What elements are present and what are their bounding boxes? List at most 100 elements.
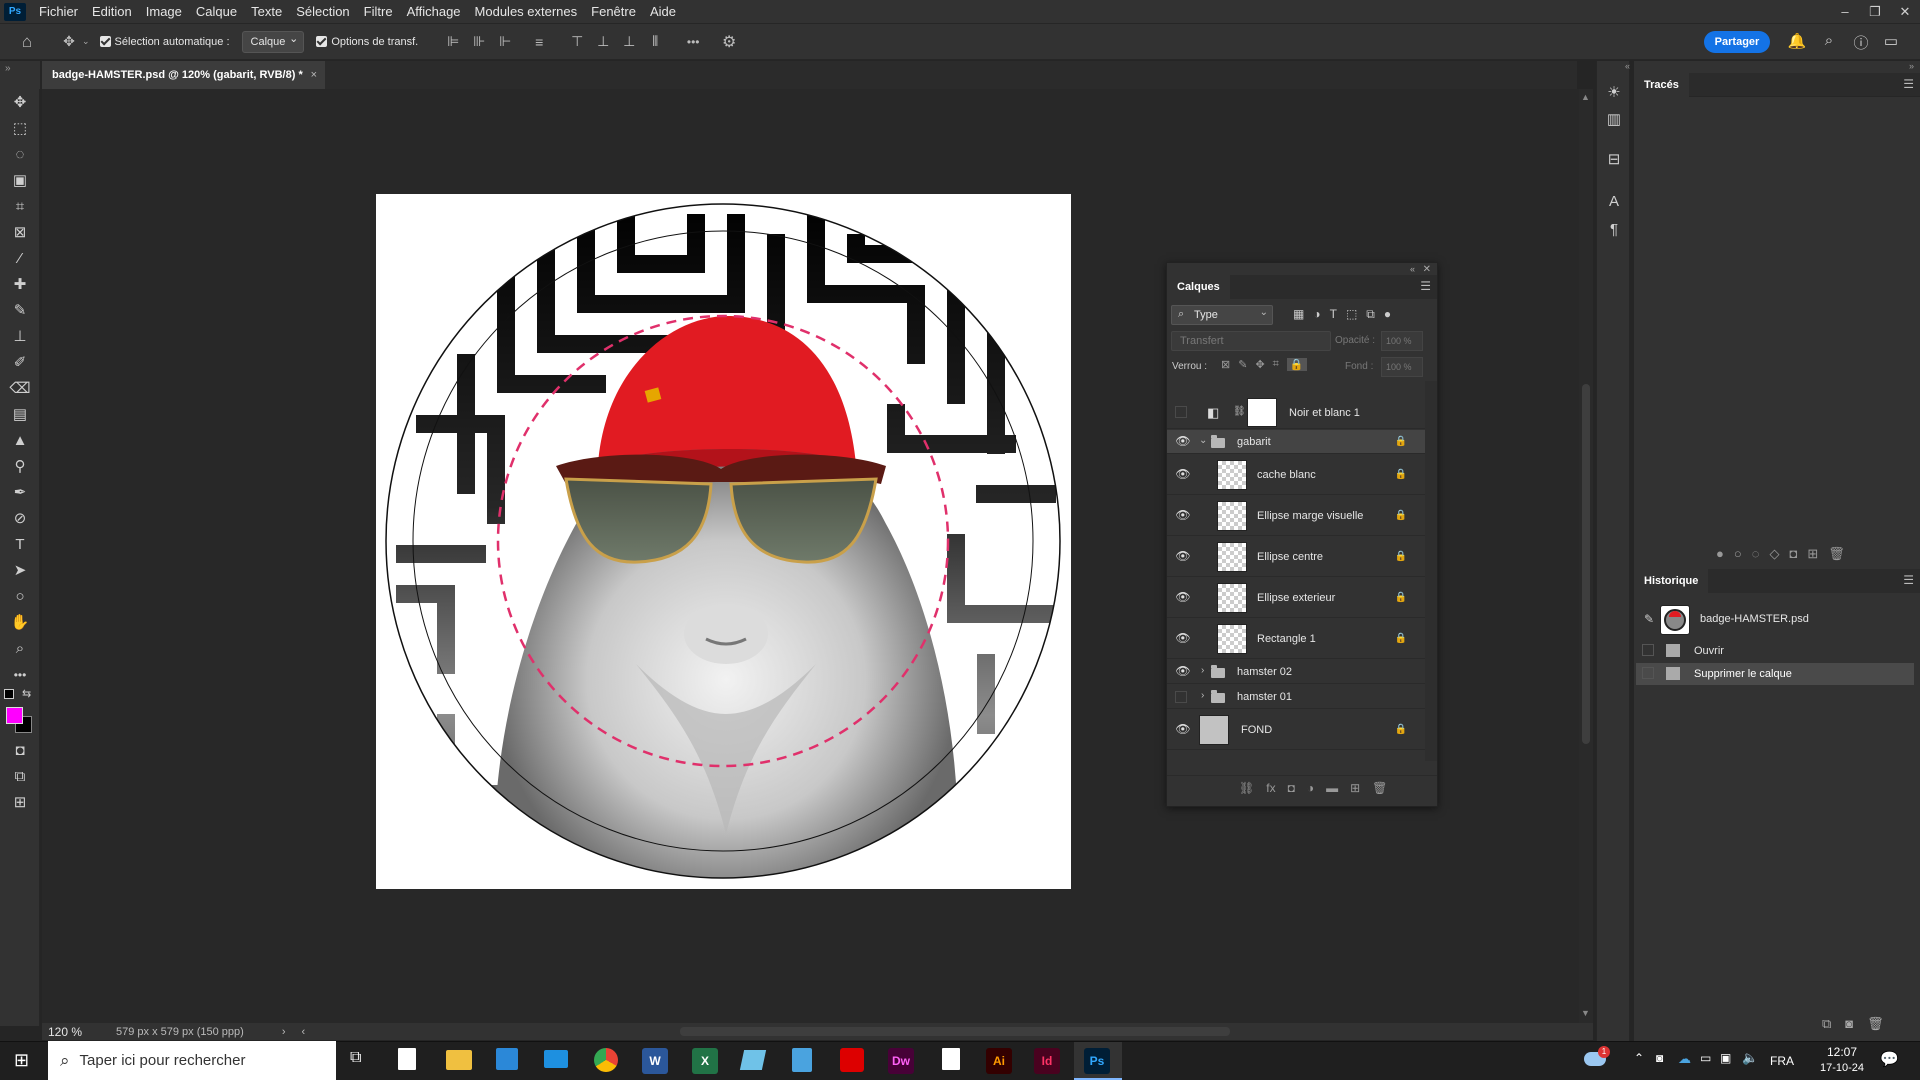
- history-tab[interactable]: Historique: [1634, 569, 1709, 593]
- history-snapshot[interactable]: ✎ badge-HAMSTER.psd: [1636, 602, 1916, 638]
- eye-icon[interactable]: 👁: [1175, 590, 1191, 606]
- filter-toggle-icon[interactable]: ●: [1384, 307, 1391, 322]
- bell-icon[interactable]: 🔔: [1786, 32, 1808, 50]
- transform-options-checkbox[interactable]: Options de transf.: [316, 36, 418, 48]
- collapse-strip-icon[interactable]: «: [1625, 61, 1630, 71]
- eye-icon[interactable]: 👁: [1175, 467, 1191, 483]
- brightness-icon[interactable]: ☀: [1603, 82, 1625, 104]
- eye-icon[interactable]: 👁: [1175, 508, 1191, 524]
- add-mask-icon[interactable]: ◘: [1789, 546, 1797, 562]
- lock-transparent-icon[interactable]: ⊠: [1221, 358, 1230, 371]
- clock-date[interactable]: 17-10-24: [1814, 1062, 1870, 1074]
- clock-time[interactable]: 12:07: [1814, 1045, 1870, 1059]
- taskbar-search[interactable]: ⌕ Taper ici pour rechercher: [48, 1041, 336, 1080]
- new-layer-icon[interactable]: ⊞: [1350, 781, 1360, 795]
- opacity-input[interactable]: 100 %: [1381, 331, 1423, 351]
- layer-row-cache-blanc[interactable]: 👁 cache blanc 🔒: [1167, 455, 1425, 495]
- scroll-left-icon[interactable]: ‹: [301, 1026, 305, 1038]
- mail-icon[interactable]: [544, 1050, 568, 1068]
- eye-icon[interactable]: 👁: [1175, 549, 1191, 565]
- move-tool-icon[interactable]: ✥: [56, 33, 82, 50]
- histogram-icon[interactable]: ▥: [1603, 109, 1625, 131]
- pen-tool-icon[interactable]: ✒: [8, 481, 32, 505]
- blend-mode-dropdown[interactable]: Transfert: [1171, 331, 1331, 351]
- visibility-off-icon[interactable]: [1175, 691, 1187, 703]
- history-brush-tool-icon[interactable]: ✐: [8, 351, 32, 375]
- healing-brush-tool-icon[interactable]: ✚: [8, 273, 32, 297]
- align-center-h-icon[interactable]: ⊪: [466, 33, 492, 50]
- chevron-right-icon[interactable]: ›: [1201, 665, 1204, 676]
- eraser-tool-icon[interactable]: ⌫: [8, 377, 32, 401]
- search-icon[interactable]: ⌕: [1818, 32, 1840, 49]
- lock-icon[interactable]: 🔒: [1395, 633, 1407, 644]
- store-icon[interactable]: [496, 1048, 518, 1070]
- share-artboard-icon[interactable]: ⊞: [8, 791, 32, 815]
- minimize-icon[interactable]: –: [1830, 0, 1860, 23]
- panel-menu-icon[interactable]: ☰: [1420, 279, 1431, 293]
- lock-icon[interactable]: 🔒: [1395, 510, 1407, 521]
- ellipse-tool-icon[interactable]: ○: [8, 585, 32, 609]
- history-source-checkbox[interactable]: [1642, 667, 1654, 679]
- character-icon[interactable]: A: [1603, 191, 1625, 213]
- close-window-icon[interactable]: ✕: [1890, 0, 1920, 23]
- gradient-tool-icon[interactable]: ▤: [8, 403, 32, 427]
- vertical-scroll-thumb[interactable]: [1582, 384, 1590, 744]
- delete-layer-icon[interactable]: 🗑: [1372, 781, 1387, 795]
- word-icon[interactable]: W: [642, 1048, 668, 1074]
- indesign-icon[interactable]: Id: [1034, 1048, 1060, 1074]
- paragraph-icon[interactable]: ¶: [1603, 219, 1625, 241]
- link-icon[interactable]: ⛓: [1233, 406, 1246, 417]
- lock-icon[interactable]: 🔒: [1395, 724, 1407, 735]
- layer-filter-dropdown[interactable]: ⌕ Type ⌄: [1171, 305, 1273, 325]
- layers-tab[interactable]: Calques: [1167, 275, 1230, 299]
- layer-row-ellipse-centre[interactable]: 👁 Ellipse centre 🔒: [1167, 537, 1425, 577]
- eye-icon[interactable]: 👁: [1175, 664, 1191, 680]
- layer-row-ellipse-exterieur[interactable]: 👁 Ellipse exterieur 🔒: [1167, 578, 1425, 618]
- add-mask-icon[interactable]: ◘: [1288, 781, 1295, 795]
- chrome-icon[interactable]: [594, 1048, 618, 1072]
- layer-row-noir-et-blanc[interactable]: ◧ ⛓ Noir et blanc 1: [1167, 396, 1425, 429]
- stamp-tool-icon[interactable]: ⊥: [8, 325, 32, 349]
- language-indicator[interactable]: FRA: [1770, 1054, 1794, 1068]
- scroll-down-icon[interactable]: ▼: [1581, 1008, 1590, 1018]
- eye-icon[interactable]: 👁: [1175, 722, 1191, 738]
- path-select-tool-icon[interactable]: ➤: [8, 559, 32, 583]
- menu-affichage[interactable]: Affichage: [400, 0, 468, 23]
- vertical-scrollbar[interactable]: [1579, 89, 1593, 1023]
- filter-shape-icon[interactable]: ⬚: [1346, 307, 1357, 322]
- layers-scrollbar[interactable]: [1425, 381, 1437, 761]
- chevron-down-icon[interactable]: ⌄: [1199, 435, 1207, 446]
- panel-menu-icon[interactable]: ☰: [1903, 573, 1914, 587]
- lasso-tool-icon[interactable]: ◌: [8, 143, 32, 167]
- close-tab-icon[interactable]: ×: [311, 61, 317, 89]
- document-app-icon[interactable]: [942, 1048, 960, 1070]
- lock-icon[interactable]: 🔒: [1395, 469, 1407, 480]
- photoshop-taskbar-icon[interactable]: Ps: [1084, 1048, 1110, 1074]
- zoom-tool-icon[interactable]: ⌕: [8, 637, 32, 661]
- lock-artboard-icon[interactable]: ⌗: [1273, 358, 1279, 371]
- menu-aide[interactable]: Aide: [643, 0, 683, 23]
- properties-icon[interactable]: ⊟: [1603, 149, 1625, 171]
- layer-mask-thumbnail[interactable]: [1247, 398, 1277, 427]
- eye-icon[interactable]: 👁: [1175, 631, 1191, 647]
- align-top-icon[interactable]: ⊤: [564, 33, 590, 50]
- panel-menu-icon[interactable]: ☰: [1903, 77, 1914, 91]
- share-button[interactable]: Partager: [1704, 31, 1770, 53]
- visibility-off-icon[interactable]: [1175, 406, 1187, 418]
- help-icon[interactable]: ⓘ: [1850, 32, 1872, 53]
- brush-tool-icon[interactable]: ✎: [8, 299, 32, 323]
- align-bottom-icon[interactable]: ⊥: [616, 33, 642, 50]
- horizontal-scroll-thumb[interactable]: [680, 1027, 1230, 1036]
- align-right-icon[interactable]: ⊩: [492, 33, 518, 50]
- link-layers-icon[interactable]: ⛓: [1239, 781, 1254, 795]
- new-path-icon[interactable]: ⊞: [1807, 546, 1818, 562]
- zoom-level[interactable]: 120 %: [48, 1025, 104, 1039]
- lock-all-icon[interactable]: 🔒: [1286, 358, 1307, 371]
- restore-icon[interactable]: ❐: [1860, 0, 1890, 23]
- layer-row-ellipse-marge-visuelle[interactable]: 👁 Ellipse marge visuelle 🔒: [1167, 496, 1425, 536]
- marquee-tool-icon[interactable]: ⬚: [8, 117, 32, 141]
- auto-select-checkbox[interactable]: Sélection automatique :: [99, 36, 230, 48]
- history-step-supprimer[interactable]: Supprimer le calque: [1636, 663, 1914, 685]
- menu-image[interactable]: Image: [139, 0, 189, 23]
- lock-icon[interactable]: 🔒: [1395, 436, 1407, 447]
